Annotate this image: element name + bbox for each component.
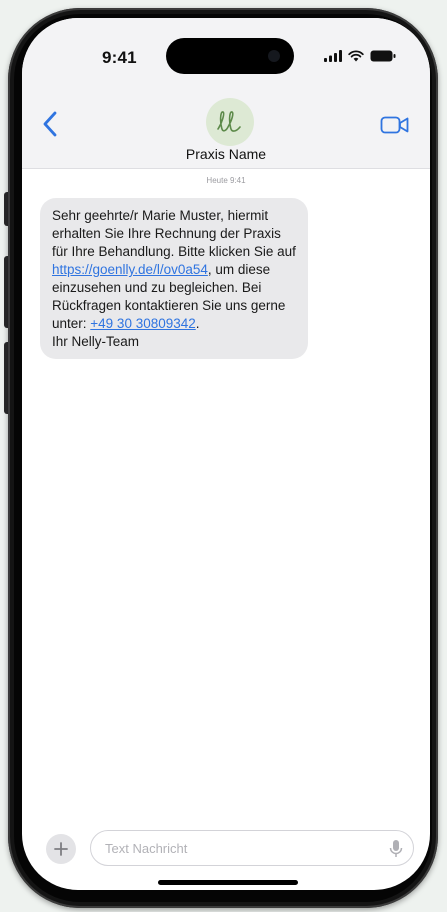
apps-plus-button[interactable] [46, 834, 76, 864]
incoming-message-bubble[interactable]: Sehr geehrte/r Marie Muster, hiermit erh… [40, 198, 308, 359]
nelly-logo-icon [217, 111, 241, 132]
contact-avatar[interactable] [206, 98, 254, 146]
message-input[interactable]: Text Nachricht [90, 830, 414, 866]
plus-icon [54, 842, 68, 856]
contact-name[interactable]: Praxis Name [22, 146, 430, 162]
chevron-left-icon [43, 111, 57, 137]
wifi-icon [348, 50, 364, 62]
conversation-header: 9:41 Praxis Name [22, 18, 430, 169]
message-text: Sehr geehrte/r Marie Muster, hiermit erh… [52, 208, 296, 259]
message-input-placeholder: Text Nachricht [105, 841, 188, 856]
message-timestamp: Heute 9:41 [206, 176, 246, 185]
message-text: . [195, 316, 200, 331]
video-camera-icon [380, 116, 409, 134]
microphone-icon[interactable] [389, 839, 403, 859]
message-signature: Ihr Nelly-Team [52, 334, 140, 349]
battery-icon [370, 50, 396, 62]
phone-number-link[interactable]: +49 30 30809342 [90, 316, 195, 331]
phone-screen: 9:41 Praxis Name Heute 9:41 Sehr geehrte… [22, 18, 430, 890]
facetime-video-button[interactable] [380, 115, 410, 135]
dynamic-island [166, 38, 294, 74]
status-icons [324, 50, 396, 62]
invoice-link[interactable]: https://goenlly.de/l/ov0a54 [52, 262, 208, 277]
camera-icon [268, 50, 280, 62]
status-time: 9:41 [102, 48, 137, 67]
back-button[interactable] [40, 110, 62, 138]
cellular-signal-icon [324, 50, 342, 62]
stage: 9:41 Praxis Name Heute 9:41 Sehr geehrte… [0, 0, 447, 912]
home-indicator[interactable] [158, 880, 298, 885]
